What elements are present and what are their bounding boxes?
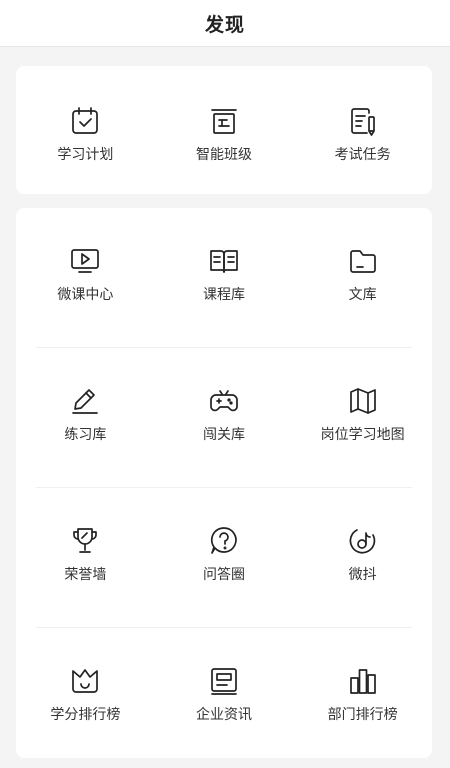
learning-map-button[interactable]: 岗位学习地图 — [293, 348, 432, 488]
page-title: 发现 — [204, 13, 245, 36]
course-library-button[interactable]: 课程库 — [155, 208, 294, 348]
credit-ranking-button[interactable]: 学分排行榜 — [16, 628, 155, 768]
document-library-label: 文库 — [348, 287, 377, 303]
qa-circle-label: 问答圈 — [203, 567, 245, 583]
open-book-icon — [207, 244, 241, 278]
smart-class-button[interactable]: 智能班级 — [155, 66, 294, 194]
grid-row-4: 学分排行榜 企业资讯 部门排行榜 — [16, 628, 432, 768]
quick-actions-row: 学习计划 智能班级 考试任务 — [16, 66, 432, 194]
question-bubble-icon — [207, 524, 241, 558]
folder-icon — [346, 244, 380, 278]
study-plan-button[interactable]: 学习计划 — [16, 66, 155, 194]
grid-row-2: 练习库 闯关库 岗位学习地图 — [16, 348, 432, 488]
challenge-library-button[interactable]: 闯关库 — [155, 348, 294, 488]
pen-icon — [68, 384, 102, 418]
honor-wall-label: 荣誉墙 — [64, 567, 107, 583]
learning-map-label: 岗位学习地图 — [320, 427, 405, 443]
study-plan-label: 学习计划 — [57, 147, 114, 163]
gamepad-icon — [207, 384, 241, 418]
grid-row-3: 荣誉墙 问答圈 微抖 — [16, 488, 432, 628]
document-library-button[interactable]: 文库 — [293, 208, 432, 348]
calendar-check-icon — [68, 104, 102, 138]
course-library-label: 课程库 — [203, 287, 245, 303]
practice-library-label: 练习库 — [64, 427, 107, 443]
bar-chart-icon — [346, 664, 380, 698]
company-news-button[interactable]: 企业资讯 — [155, 628, 294, 768]
qa-circle-button[interactable]: 问答圈 — [155, 488, 294, 628]
top-bar: 发现 — [0, 0, 450, 47]
class-board-icon — [207, 104, 241, 138]
company-news-label: 企业资讯 — [196, 707, 252, 723]
feature-grid-card: 微课中心 课程库 文库 练习库 闯关库 岗位学习地图 荣誉墙 问答圈 微抖 学分… — [16, 208, 432, 758]
news-icon — [207, 664, 241, 698]
map-icon — [346, 384, 380, 418]
trophy-icon — [68, 524, 102, 558]
exam-task-button[interactable]: 考试任务 — [293, 66, 432, 194]
exam-task-label: 考试任务 — [334, 147, 391, 163]
smart-class-label: 智能班级 — [196, 147, 252, 163]
department-ranking-label: 部门排行榜 — [327, 707, 398, 723]
department-ranking-button[interactable]: 部门排行榜 — [293, 628, 432, 768]
challenge-library-label: 闯关库 — [203, 427, 245, 443]
micro-course-button[interactable]: 微课中心 — [16, 208, 155, 348]
micro-video-button[interactable]: 微抖 — [293, 488, 432, 628]
exam-note-icon — [346, 104, 380, 138]
practice-library-button[interactable]: 练习库 — [16, 348, 155, 488]
video-play-icon — [68, 244, 102, 278]
quick-actions-card: 学习计划 智能班级 考试任务 — [16, 66, 432, 194]
micro-course-label: 微课中心 — [57, 287, 114, 303]
honor-wall-button[interactable]: 荣誉墙 — [16, 488, 155, 628]
micro-video-label: 微抖 — [348, 567, 377, 583]
crown-icon — [68, 664, 102, 698]
music-note-icon — [346, 524, 380, 558]
credit-ranking-label: 学分排行榜 — [50, 707, 121, 723]
grid-row-1: 微课中心 课程库 文库 — [16, 208, 432, 348]
